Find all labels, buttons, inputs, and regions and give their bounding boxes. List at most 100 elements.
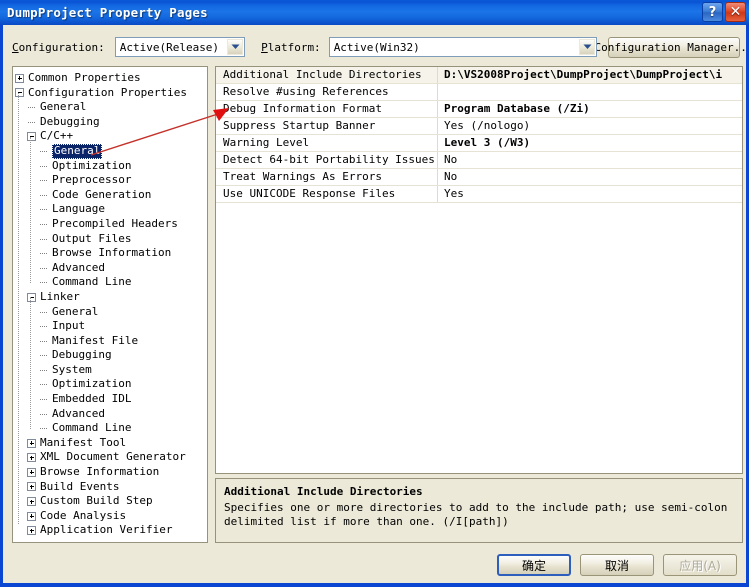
tree-connector [40, 150, 47, 152]
chevron-down-icon[interactable] [579, 39, 595, 55]
expand-icon[interactable] [27, 526, 36, 536]
tree-node-custom-build-step[interactable]: Custom Build Step [15, 494, 207, 509]
tree-node-label: Language [52, 202, 105, 216]
tree-node-label: XML Document Generator [40, 450, 186, 464]
tree-connector [40, 326, 47, 328]
expand-icon[interactable] [27, 511, 36, 521]
property-value[interactable]: Yes [438, 186, 742, 202]
tree-node-label: Code Analysis [40, 508, 127, 522]
tree-node-preprocessor[interactable]: Preprocessor [15, 173, 207, 188]
tree-connector [28, 107, 35, 109]
tree-node-label: Code Generation [52, 187, 152, 201]
tree-node-label: Browse Information [40, 465, 160, 479]
help-icon[interactable]: ? [702, 2, 723, 22]
tree-connector [28, 121, 35, 123]
tree-node-system[interactable]: System [15, 363, 207, 378]
property-value[interactable]: Program Database (/Zi) [438, 101, 742, 117]
tree-node-input[interactable]: Input [15, 319, 207, 334]
tree-node-label: Build Events [40, 479, 120, 493]
tree-node-general[interactable]: General [15, 100, 207, 115]
tree-node-output-files[interactable]: Output Files [15, 232, 207, 247]
expand-icon[interactable] [27, 438, 36, 448]
tree-connector [40, 194, 47, 196]
collapse-icon[interactable] [15, 88, 24, 98]
tree-node-configuration-properties[interactable]: Configuration Properties [15, 86, 207, 101]
expand-icon[interactable] [15, 73, 24, 83]
property-row[interactable]: Resolve #using References [216, 84, 742, 101]
tree-node-language[interactable]: Language [15, 202, 207, 217]
tree-node-label: Embedded IDL [52, 392, 132, 406]
property-row[interactable]: Detect 64-bit Portability Issues No [216, 152, 742, 169]
tree-node-general[interactable]: General [15, 305, 207, 320]
tree-connector [40, 340, 47, 342]
expand-icon[interactable] [27, 453, 36, 463]
tree-node-optimization[interactable]: Optimization [15, 377, 207, 392]
platform-dropdown[interactable]: Active(Win32) [328, 37, 597, 57]
collapse-icon[interactable] [27, 132, 36, 142]
tree-connector [40, 267, 47, 269]
tree-node-advanced[interactable]: Advanced [15, 261, 207, 276]
expand-icon[interactable] [27, 497, 36, 507]
property-value[interactable]: No [438, 152, 742, 168]
properties-tree[interactable]: Common Properties Configuration Propertie… [12, 66, 208, 543]
tree-connector [40, 384, 47, 386]
tree-node-code-analysis[interactable]: Code Analysis [15, 509, 207, 524]
tree-node-optimization[interactable]: Optimization [15, 159, 207, 174]
close-icon[interactable]: ✕ [725, 2, 746, 22]
property-row[interactable]: Warning Level Level 3 (/W3) [216, 135, 742, 152]
tree-node-command-line[interactable]: Command Line [15, 275, 207, 290]
tree-node-label: System [52, 362, 92, 376]
tree-node-browse-information[interactable]: Browse Information [15, 465, 207, 480]
property-name: Additional Include Directories [216, 67, 438, 83]
tree-guide-line [18, 92, 19, 524]
expand-icon[interactable] [27, 467, 36, 477]
tree-node-command-line[interactable]: Command Line [15, 421, 207, 436]
tree-node-general[interactable]: General [15, 143, 207, 159]
tree-node-manifest-tool[interactable]: Manifest Tool [15, 436, 207, 451]
property-value[interactable]: Yes (/nologo) [438, 118, 742, 134]
tree-node-embedded-idl[interactable]: Embedded IDL [15, 392, 207, 407]
expand-icon[interactable] [27, 482, 36, 492]
configuration-dropdown[interactable]: Active(Release) [114, 37, 246, 57]
chevron-down-icon[interactable] [227, 39, 244, 55]
tree-node-label: Linker [40, 289, 80, 303]
tree-node-precompiled-headers[interactable]: Precompiled Headers [15, 217, 207, 232]
configuration-toolbar: Configuration: Active(Release) Platform:… [12, 36, 749, 58]
tree-node-manifest-file[interactable]: Manifest File [15, 334, 207, 349]
tree-node-advanced[interactable]: Advanced [15, 407, 207, 422]
tree-node-xml-document-generator[interactable]: XML Document Generator [15, 450, 207, 465]
property-grid[interactable]: Additional Include Directories D:\VS2008P… [215, 66, 743, 474]
tree-connector [40, 355, 47, 357]
property-name: Warning Level [216, 135, 438, 151]
tree-node-label: Input [52, 319, 86, 333]
property-value[interactable]: No [438, 169, 742, 185]
property-row[interactable]: Additional Include Directories D:\VS2008P… [216, 67, 742, 84]
collapse-icon[interactable] [27, 292, 36, 302]
property-row[interactable]: Use UNICODE Response Files Yes [216, 186, 742, 203]
property-row[interactable]: Treat Warnings As Errors No [216, 169, 742, 186]
tree-node-c-c-[interactable]: C/C++ [15, 129, 207, 144]
tree-node-label: Manifest Tool [40, 435, 127, 449]
tree-node-common-properties[interactable]: Common Properties [15, 71, 207, 86]
tree-node-debugging[interactable]: Debugging [15, 115, 207, 130]
ok-label: 确定 [521, 558, 546, 573]
property-name: Resolve #using References [216, 84, 438, 100]
description-panel: Additional Include Directories Specifies… [215, 478, 743, 543]
tree-node-debugging[interactable]: Debugging [15, 348, 207, 363]
configuration-manager-button[interactable]: Configuration Manager... [595, 36, 749, 58]
property-row[interactable]: Suppress Startup Banner Yes (/nologo) [216, 118, 742, 135]
ok-button[interactable]: 确定 [497, 554, 571, 576]
tree-guide-line [30, 297, 31, 429]
cancel-button[interactable]: 取消 [580, 554, 654, 576]
property-row[interactable]: Debug Information Format Program Database… [216, 101, 742, 118]
tree-node-application-verifier[interactable]: Application Verifier [15, 523, 207, 538]
property-value[interactable]: D:\VS2008Project\DumpProject\DumpProject… [438, 67, 742, 83]
tree-node-build-events[interactable]: Build Events [15, 480, 207, 495]
property-value[interactable]: Level 3 (/W3) [438, 135, 742, 151]
property-name: Suppress Startup Banner [216, 118, 438, 134]
tree-node-browse-information[interactable]: Browse Information [15, 246, 207, 261]
tree-node-code-generation[interactable]: Code Generation [15, 188, 207, 203]
tree-node-linker[interactable]: Linker [15, 290, 207, 305]
title-bar[interactable]: DumpProject Property Pages ? ✕ [0, 0, 749, 25]
tree-node-label: Command Line [52, 275, 132, 289]
